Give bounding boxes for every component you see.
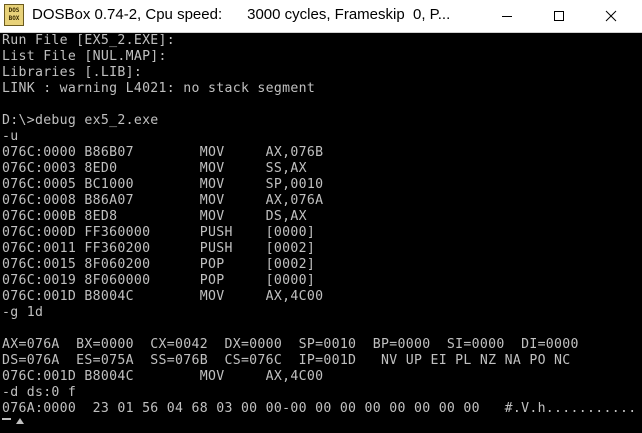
console-line: LINK : warning L4021: no stack segment [2, 81, 316, 96]
console-line: Run File [EX5_2.EXE]: [2, 33, 176, 48]
console-line: -u [2, 129, 19, 144]
title-bar[interactable]: DOS BOX DOSBox 0.74-2, Cpu speed: 3000 c… [0, 0, 642, 33]
icon-label-bottom: BOX [8, 15, 20, 22]
console-line: List File [NUL.MAP]: [2, 49, 167, 64]
console-line: DS=076A ES=075A SS=076B CS=076C IP=001D … [2, 353, 571, 368]
console-line: 076C:0003 8ED0 MOV SS,AX [2, 161, 307, 176]
maximize-button[interactable] [536, 0, 582, 32]
minimize-icon [502, 16, 512, 17]
console-line: 076A:0000 23 01 56 04 68 03 00 00-00 00 … [2, 401, 637, 416]
dos-console[interactable]: Run File [EX5_2.EXE]: List File [NUL.MAP… [0, 33, 642, 433]
console-line: 076C:001D B8004C MOV AX,4C00 [2, 369, 324, 384]
console-line: 076C:0019 8F060000 POP [0000] [2, 273, 316, 288]
console-line: 076C:000B 8ED8 MOV DS,AX [2, 209, 307, 224]
console-line: 076C:0011 FF360200 PUSH [0002] [2, 241, 316, 256]
minimize-button[interactable] [484, 0, 530, 32]
close-button[interactable] [588, 0, 634, 32]
window-title: DOSBox 0.74-2, Cpu speed: 3000 cycles, F… [32, 6, 451, 23]
console-line: -g 1d [2, 305, 44, 320]
console-line: 076C:0008 B86A07 MOV AX,076A [2, 193, 324, 208]
console-line: 076C:0015 8F060200 POP [0002] [2, 257, 316, 272]
console-line: 076C:0005 BC1000 MOV SP,0010 [2, 177, 324, 192]
console-line: AX=076A BX=0000 CX=0042 DX=0000 SP=0010 … [2, 337, 579, 352]
close-icon [605, 10, 617, 22]
dosbox-icon[interactable]: DOS BOX [4, 4, 24, 26]
icon-label-top: DOS [8, 7, 20, 14]
console-line: 076C:001D B8004C MOV AX,4C00 [2, 289, 324, 304]
dosbox-window: DOS BOX DOSBox 0.74-2, Cpu speed: 3000 c… [0, 0, 642, 433]
console-line: 076C:0000 B86B07 MOV AX,076B [2, 145, 324, 160]
maximize-icon [554, 11, 564, 21]
console-line: Libraries [.LIB]: [2, 65, 143, 80]
console-line: 076C:000D FF360000 PUSH [0000] [2, 225, 316, 240]
console-line: D:\>debug ex5_2.exe [2, 113, 159, 128]
console-line: -d ds:0 f [2, 385, 77, 400]
text-cursor [2, 418, 11, 420]
up-arrow-icon [16, 418, 24, 424]
